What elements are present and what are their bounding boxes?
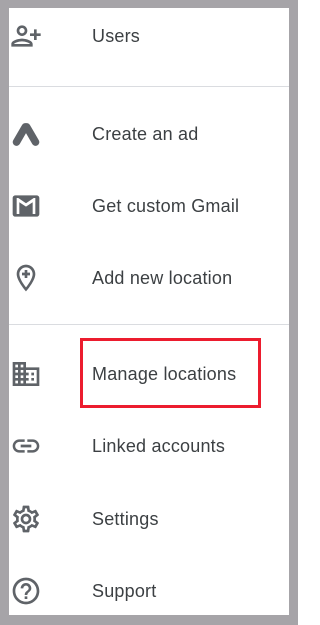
menu-item-support[interactable]: Support (9, 563, 289, 615)
menu-item-add-location-label: Add new location (92, 267, 233, 288)
menu-item-manage-locations[interactable]: Manage locations (9, 346, 289, 402)
gmail-icon (10, 190, 42, 222)
gear-icon (10, 503, 42, 535)
menu-frame: Users Create an ad Get custom Gmail Add … (0, 0, 298, 625)
menu-item-custom-gmail-label: Get custom Gmail (92, 195, 240, 216)
add-user-icon (10, 20, 42, 52)
help-circle-icon (10, 575, 42, 607)
menu-item-custom-gmail[interactable]: Get custom Gmail (9, 178, 289, 234)
divider (9, 86, 289, 87)
divider (9, 324, 289, 325)
menu-item-users-label: Users (92, 25, 141, 46)
menu-item-linked-accounts[interactable]: Linked accounts (9, 418, 289, 474)
menu-item-linked-accounts-label: Linked accounts (92, 435, 226, 456)
menu-item-manage-locations-label: Manage locations (92, 363, 237, 384)
menu-item-add-location[interactable]: Add new location (9, 250, 289, 306)
google-ads-icon (10, 118, 42, 150)
menu-item-create-ad[interactable]: Create an ad (9, 106, 289, 162)
menu-item-users[interactable]: Users (9, 8, 289, 64)
add-location-icon (10, 262, 42, 294)
menu-item-support-label: Support (92, 580, 157, 601)
link-icon (10, 430, 42, 462)
business-building-icon (10, 358, 42, 390)
menu-item-create-ad-label: Create an ad (92, 123, 199, 144)
menu-item-settings[interactable]: Settings (9, 491, 289, 547)
menu-item-settings-label: Settings (92, 508, 159, 529)
